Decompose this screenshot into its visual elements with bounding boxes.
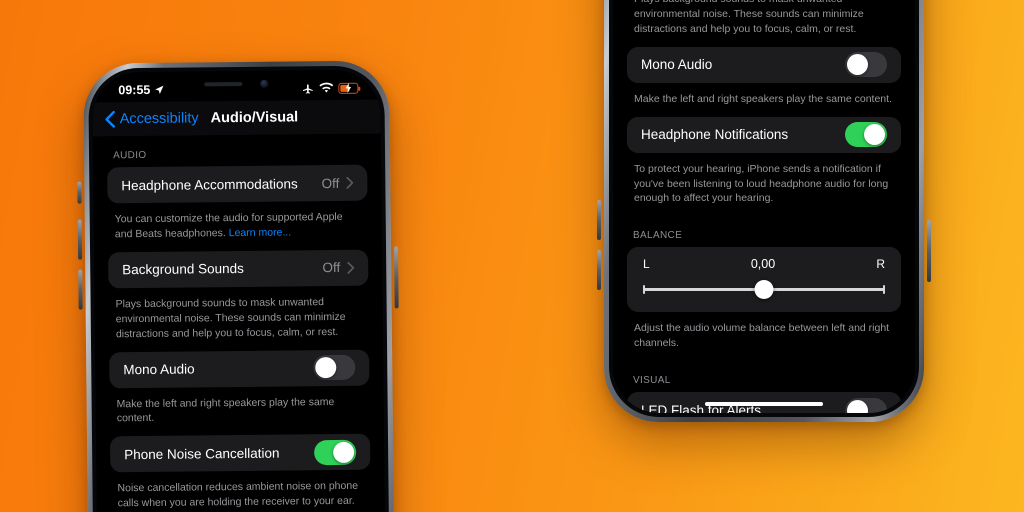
- page-title: Audio/Visual: [210, 109, 299, 127]
- toggle-led-flash-for-alerts[interactable]: [845, 397, 887, 413]
- left-phone-screen: 09:55 Accessibility Audio/Visual AUDIO H…: [92, 69, 386, 512]
- charging-bolt-icon: [345, 82, 352, 93]
- status-bar-right: [301, 81, 359, 95]
- balance-value: 0,00: [750, 257, 776, 272]
- chevron-right-icon: [346, 176, 354, 189]
- footnote-background-sounds-partial: Plays background sounds to mask unwanted…: [634, 0, 864, 35]
- chevron-left-icon[interactable]: [105, 110, 116, 128]
- row-value: Off: [322, 260, 341, 276]
- left-phone-bezel: 09:55 Accessibility Audio/Visual AUDIO H…: [88, 65, 390, 512]
- airplane-mode-icon: [302, 83, 313, 94]
- learn-more-link[interactable]: Learn more...: [229, 226, 292, 239]
- row-headphone-notifications[interactable]: Headphone Notifications: [627, 116, 901, 153]
- power-button[interactable]: [927, 220, 931, 282]
- volume-up-button[interactable]: [597, 200, 601, 240]
- volume-down-button[interactable]: [78, 269, 83, 310]
- balance-right-label: R: [876, 257, 885, 272]
- footnote-background-sounds: Plays background sounds to mask unwanted…: [115, 295, 346, 340]
- left-iphone-device: 09:55 Accessibility Audio/Visual AUDIO H…: [77, 60, 399, 512]
- row-label: Background Sounds: [122, 261, 244, 278]
- wifi-icon: [319, 82, 334, 93]
- right-phone-screen: Plays background sounds to mask unwanted…: [613, 0, 915, 413]
- section-header-balance: BALANCE: [633, 230, 683, 242]
- settings-list-right[interactable]: Plays background sounds to mask unwanted…: [613, 0, 915, 413]
- footnote-headphone-accommodations: You can customize the audio for supporte…: [108, 203, 368, 253]
- balance-slider-track[interactable]: [643, 279, 885, 299]
- right-iphone-device: Plays background sounds to mask unwanted…: [597, 0, 931, 422]
- footnote-balance: Adjust the audio volume balance between …: [634, 322, 890, 350]
- settings-list[interactable]: AUDIO Headphone Accommodations Off You c…: [92, 133, 386, 512]
- balance-labels: L 0,00 R: [643, 257, 885, 271]
- section-header-visual: VISUAL: [633, 375, 671, 387]
- battery-charging-icon: [338, 82, 359, 94]
- toggle-phone-noise-cancellation[interactable]: [314, 439, 357, 466]
- row-label: Mono Audio: [641, 57, 713, 73]
- toggle-knob: [333, 441, 355, 463]
- row-mono-audio[interactable]: Mono Audio: [627, 46, 901, 83]
- toggle-headphone-notifications[interactable]: [845, 122, 887, 148]
- row-headphone-accommodations[interactable]: Headphone Accommodations Off: [107, 164, 368, 204]
- footnote-headphone-notifications: To protect your hearing, iPhone sends a …: [634, 162, 889, 205]
- row-label: Headphone Notifications: [641, 127, 789, 143]
- toggle-mono-audio[interactable]: [313, 354, 356, 381]
- slider-cap-left: [643, 284, 645, 294]
- location-arrow-icon: [155, 85, 164, 94]
- slider-thumb[interactable]: [754, 279, 774, 299]
- row-label: Phone Noise Cancellation: [124, 445, 280, 463]
- balance-left-label: L: [643, 257, 650, 272]
- back-button-label[interactable]: Accessibility: [120, 110, 199, 127]
- footnote-phone-noise-cancellation: Noise cancellation reduces ambient noise…: [117, 480, 359, 510]
- section-header-audio: AUDIO: [112, 149, 147, 162]
- mute-switch[interactable]: [77, 181, 82, 204]
- footnote-mono-audio: Make the left and right speakers play th…: [116, 395, 335, 425]
- home-indicator[interactable]: [705, 402, 823, 406]
- chevron-right-icon: [347, 261, 355, 274]
- volume-up-button[interactable]: [77, 219, 83, 260]
- status-bar-time: 09:55: [118, 82, 151, 98]
- toggle-mono-audio[interactable]: [845, 52, 887, 78]
- toggle-knob: [315, 357, 337, 379]
- right-phone-bezel: Plays background sounds to mask unwanted…: [609, 0, 919, 417]
- toggle-knob: [847, 399, 868, 413]
- status-bar-left: 09:55: [118, 83, 164, 97]
- row-value: Off: [321, 175, 340, 191]
- row-label: Headphone Accommodations: [121, 175, 298, 193]
- toggle-knob: [864, 124, 885, 146]
- row-label: Mono Audio: [123, 361, 195, 378]
- navigation-bar: Accessibility Audio/Visual: [92, 99, 381, 137]
- row-balance-slider[interactable]: L 0,00 R: [627, 247, 901, 313]
- row-background-sounds[interactable]: Background Sounds Off: [108, 249, 369, 289]
- status-bar: 09:55: [92, 70, 380, 103]
- toggle-knob: [847, 54, 868, 76]
- footnote-mono-audio: Make the left and right speakers play th…: [634, 92, 892, 105]
- slider-cap-right: [883, 284, 885, 294]
- row-mono-audio[interactable]: Mono Audio: [109, 349, 370, 388]
- row-phone-noise-cancellation[interactable]: Phone Noise Cancellation: [109, 433, 371, 473]
- power-button[interactable]: [394, 246, 399, 309]
- volume-down-button[interactable]: [597, 250, 601, 290]
